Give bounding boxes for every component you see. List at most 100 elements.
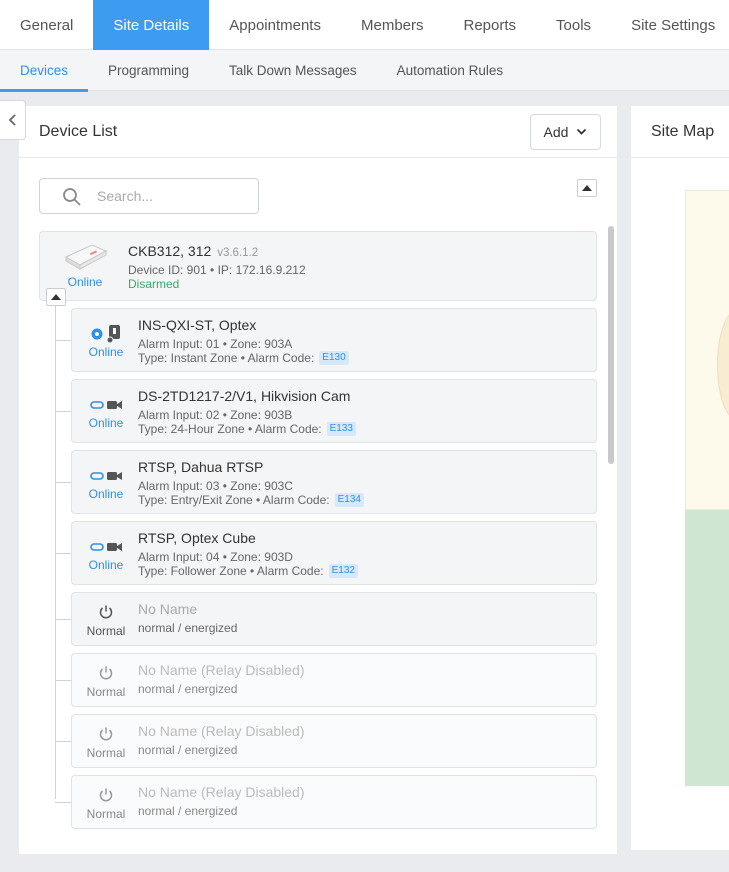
tab-general[interactable]: General	[0, 0, 93, 50]
subtab-talk-down-messages[interactable]: Talk Down Messages	[209, 50, 377, 91]
relay-icon-group	[86, 723, 126, 745]
motion-sensor-icon	[106, 325, 120, 344]
tab-reports[interactable]: Reports	[444, 0, 537, 50]
relay-state: normal / energized	[138, 743, 238, 757]
tree-branch	[55, 553, 71, 554]
site-map-title: Site Map	[631, 106, 729, 158]
device-icon-group	[86, 465, 126, 487]
sub-nav: Devices Programming Talk Down Messages A…	[0, 50, 729, 92]
alarm-code-badge: E132	[328, 564, 358, 578]
tree-branch	[55, 680, 71, 681]
relay-card[interactable]: Normal No Name normal / energized	[71, 592, 597, 646]
device-search-input[interactable]	[97, 188, 247, 204]
relay-icon-group	[86, 601, 126, 623]
device-type: Type: 24-Hour Zone • Alarm Code: E133	[138, 422, 356, 436]
controller-name-text: CKB312, 312	[128, 243, 212, 259]
device-type: Type: Instant Zone • Alarm Code: E130	[138, 351, 349, 365]
subtab-devices[interactable]: Devices	[0, 50, 89, 92]
tree-branch	[55, 482, 71, 483]
sidebar-collapse-button[interactable]	[0, 100, 26, 140]
device-type-text: Type: Entry/Exit Zone • Alarm Code:	[138, 493, 330, 507]
tree-branch	[55, 340, 71, 341]
controller-card[interactable]: Online CKB312, 312 v3.6.1.2 Device ID: 9…	[39, 231, 597, 301]
caret-up-icon	[51, 294, 61, 300]
relay-card[interactable]: Normal No Name (Relay Disabled) normal /…	[71, 653, 597, 707]
tab-members[interactable]: Members	[341, 0, 444, 50]
device-type-text: Type: 24-Hour Zone • Alarm Code:	[138, 422, 322, 436]
device-card[interactable]: Online INS-QXI-ST, Optex Alarm Input: 01…	[71, 308, 597, 372]
tree-branch	[55, 802, 71, 803]
device-status: Online	[88, 416, 124, 430]
device-type-text: Type: Follower Zone • Alarm Code:	[138, 564, 324, 578]
device-search-box	[39, 178, 259, 214]
device-title: DS-2TD1217-2/V1, Hikvision Cam	[138, 388, 351, 404]
relay-title: No Name (Relay Disabled)	[138, 662, 305, 678]
tree-branch	[55, 619, 71, 620]
relay-title: No Name (Relay Disabled)	[138, 723, 305, 739]
alarm-code-badge: E134	[334, 493, 364, 507]
tree-branch	[55, 411, 71, 412]
device-card[interactable]: Online RTSP, Dahua RTSP Alarm Input: 03 …	[71, 450, 597, 514]
relay-title: No Name	[138, 601, 198, 617]
power-icon	[99, 666, 113, 680]
collapse-all-button[interactable]	[577, 179, 597, 197]
gear-badge-icon	[91, 328, 102, 340]
tab-site-details[interactable]: Site Details	[93, 0, 210, 50]
device-alarm-input: Alarm Input: 03 • Zone: 903C	[138, 479, 293, 493]
alarm-code-badge: E130	[319, 351, 349, 365]
relay-icon-group	[86, 662, 126, 684]
device-title: RTSP, Dahua RTSP	[138, 459, 264, 475]
relay-title: No Name (Relay Disabled)	[138, 784, 305, 800]
tab-tools[interactable]: Tools	[536, 0, 611, 50]
relay-status: Normal	[86, 624, 126, 638]
relay-icon-group	[86, 784, 126, 806]
caret-up-icon	[582, 185, 592, 191]
tab-appointments[interactable]: Appointments	[209, 0, 341, 50]
device-type-text: Type: Instant Zone • Alarm Code:	[138, 351, 315, 365]
tab-site-settings[interactable]: Site Settings	[611, 0, 729, 50]
controller-device-icon	[64, 244, 108, 270]
link-pill-icon	[89, 543, 104, 551]
device-icon-group	[86, 394, 126, 416]
device-alarm-input: Alarm Input: 01 • Zone: 903A	[138, 337, 293, 351]
link-pill-icon	[89, 401, 104, 409]
top-nav: General Site Details Appointments Member…	[0, 0, 729, 50]
device-alarm-input: Alarm Input: 04 • Zone: 903D	[138, 550, 293, 564]
controller-arm-state: Disarmed	[128, 277, 180, 291]
relay-card[interactable]: Normal No Name (Relay Disabled) normal /…	[71, 775, 597, 829]
relay-status: Normal	[86, 685, 126, 699]
device-list-panel: Device List Add Online CKB312, 312 v3.6.…	[19, 106, 617, 854]
site-map-canvas[interactable]	[685, 190, 729, 786]
tree-line	[55, 305, 56, 799]
subtab-automation-rules[interactable]: Automation Rules	[377, 50, 524, 91]
link-pill-icon	[89, 472, 104, 480]
chevron-left-icon	[8, 114, 16, 126]
device-status: Online	[88, 345, 124, 359]
search-icon	[63, 188, 81, 206]
controller-version: v3.6.1.2	[217, 247, 259, 259]
chevron-down-icon	[577, 128, 587, 135]
add-button-label: Add	[543, 123, 569, 140]
controller-meta: Device ID: 901 • IP: 172.16.9.212	[128, 263, 306, 277]
alarm-code-badge: E133	[326, 422, 356, 436]
power-icon	[99, 788, 113, 802]
device-list-scrollbar[interactable]	[608, 226, 614, 464]
device-title: RTSP, Optex Cube	[138, 530, 256, 546]
device-card[interactable]: Online DS-2TD1217-2/V1, Hikvision Cam Al…	[71, 379, 597, 443]
device-status: Online	[88, 558, 124, 572]
controller-name: CKB312, 312 v3.6.1.2	[128, 243, 258, 259]
relay-card[interactable]: Normal No Name (Relay Disabled) normal /…	[71, 714, 597, 768]
device-card[interactable]: Online RTSP, Optex Cube Alarm Input: 04 …	[71, 521, 597, 585]
power-icon	[99, 605, 113, 619]
relay-status: Normal	[86, 746, 126, 760]
controller-tree-toggle[interactable]	[46, 288, 66, 306]
subtab-programming[interactable]: Programming	[88, 50, 209, 91]
camera-icon	[106, 472, 122, 480]
device-icon-group	[86, 323, 126, 345]
relay-state: normal / energized	[138, 804, 238, 818]
device-list-header: Device List Add	[19, 106, 617, 158]
site-map-panel: Site Map	[631, 106, 729, 850]
controller-status: Online	[67, 275, 103, 289]
add-device-button[interactable]: Add	[530, 113, 601, 150]
device-icon-group	[86, 536, 126, 558]
